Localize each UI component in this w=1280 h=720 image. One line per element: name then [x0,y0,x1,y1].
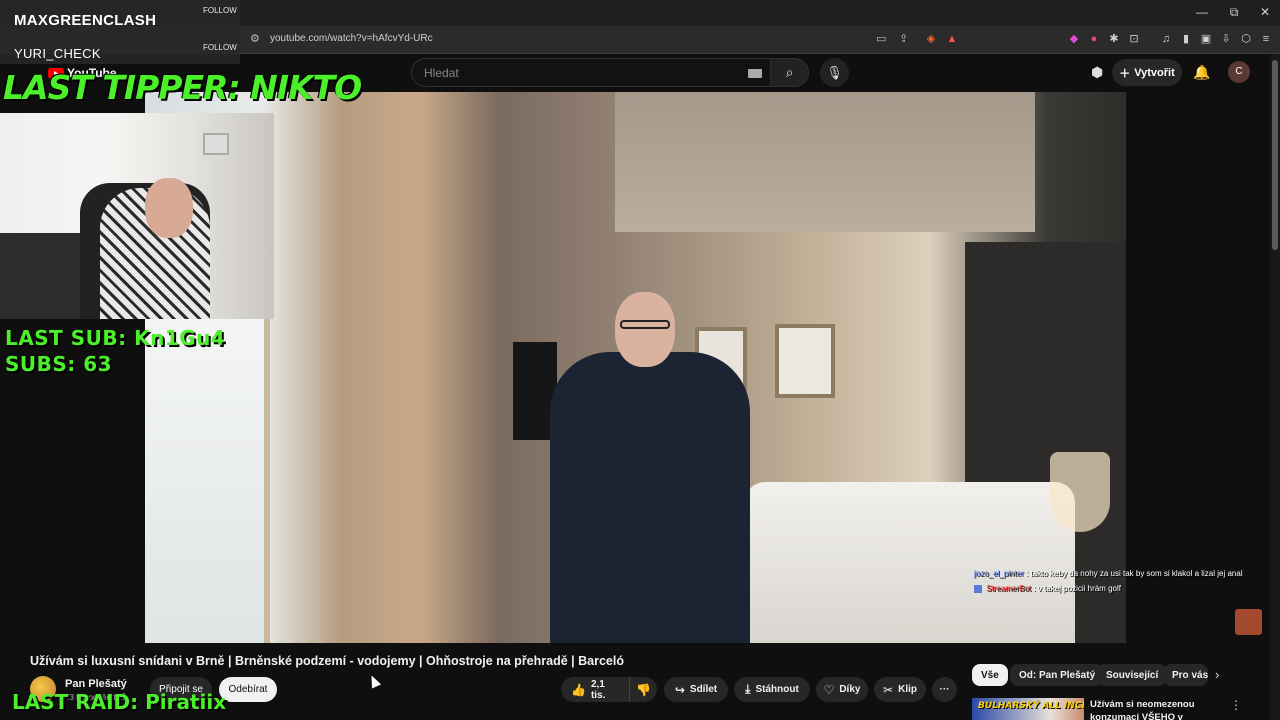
channel-name[interactable]: Pan Plešatý [65,678,127,690]
chip-for-you[interactable]: Pro vás [1163,664,1208,686]
webcam-wall-frame [203,133,229,155]
search-placeholder: Hledat [424,66,459,80]
more-dots-icon: ··· [939,684,950,695]
minimize-button[interactable]: — [1192,5,1212,19]
more-actions-button[interactable]: ··· [932,677,957,702]
follower-name-2: YURI_CHECK [14,46,101,61]
webcam-sofa [0,233,90,319]
webcam-person-head [145,178,193,238]
wallet-icon[interactable]: ▣ [1200,33,1212,45]
thumbs-down-icon: 👎 [636,682,651,697]
like-button[interactable]: 👍 2,1 tis. [561,677,629,702]
extension-icon-1[interactable]: ◆ [1068,33,1080,45]
voice-search-button[interactable]: 🎙 [820,58,849,87]
site-info-icon[interactable]: ⚙ [250,32,260,45]
mic-icon: 🎙 [826,65,843,80]
last-tipper-label: LAST TIPPER: NIKTO [3,68,362,107]
video-person-body [550,352,750,643]
chip-from-channel[interactable]: Od: Pan Plešatý [1010,664,1105,686]
last-sub-label: LAST SUB: Kn1Gu4 [5,326,226,350]
plus-icon: ＋ [1119,67,1131,80]
subs-count-label: SUBS: 63 [5,352,113,376]
last-raid-label: LAST RAID: Piratiix [12,690,227,714]
chat-badge-icon [974,584,982,593]
video-ceiling [615,92,1035,232]
vpn-icon[interactable]: ⬡ [1240,33,1252,45]
download-arrow-icon: ⤓ [745,682,751,696]
recommendation-thumbnail[interactable]: BULHARSKÝ ALL INCLUSIVE [972,698,1084,720]
screenshot-icon[interactable]: ⊡ [1128,33,1140,45]
search-button[interactable]: ⌕ [771,58,809,87]
video-person-head [615,292,675,367]
clip-label: Klip [898,684,917,695]
bell-icon[interactable]: 🔔 [1193,64,1210,81]
streamer-webcam [0,113,274,319]
video-bed [745,482,1075,643]
download-label: Stáhnout [755,684,799,695]
url-field[interactable]: ⚙ youtube.com/watch?v=hAfcvYd-URc ▭ ⇪ [244,29,914,51]
follower-alerts: MAXGREENCLASH FOLLOW YURI_CHECK FOLLOW [0,0,240,64]
dislike-button[interactable]: 👎 [629,677,657,702]
video-person-glasses [620,320,670,329]
create-label: Vytvořit [1134,66,1175,79]
follow-tag-2: FOLLOW [203,43,237,52]
share-page-icon[interactable]: ⇪ [899,32,908,45]
follow-tag-1: FOLLOW [203,6,237,15]
scissors-icon: ✂ [883,682,894,697]
video-title: Užívám si luxusní snídani v Brně | Brněn… [30,654,624,668]
thumbs-up-icon: 👍 [571,682,586,697]
chat-username: StreamerBot [986,584,1032,593]
kebab-menu-icon[interactable]: ⋮ [1230,698,1242,712]
chat-text: : v takej pozicii hrám golf [1033,584,1121,593]
extension-icon-2[interactable]: ● [1088,33,1100,45]
thanks-label: Díky [839,684,861,695]
rewards-icon[interactable]: ▲ [946,33,958,45]
share-button[interactable]: ↪ Sdílet [664,677,728,702]
mouse-cursor [366,673,382,689]
cast-icon[interactable]: ▭ [876,32,886,45]
brave-shield-icon[interactable]: ◈ [925,33,937,45]
video-lamp [1050,452,1110,532]
share-label: Sdílet [689,684,718,695]
chip-related[interactable]: Související [1097,664,1168,686]
video-window [145,312,270,643]
menu-icon[interactable]: ≡ [1260,33,1272,45]
chat-message: StreamerBot : v takej pozicii hrám golf [974,584,1121,593]
thanks-button[interactable]: ♡ Díky [816,677,868,702]
share-icon: ↪ [674,682,685,697]
create-button[interactable]: ＋ Vytvořit [1112,59,1182,86]
music-icon[interactable]: ♫ [1160,33,1172,45]
video-picture-2 [775,324,835,398]
page-scrollbar[interactable] [1270,54,1280,720]
like-count: 2,1 tis. [590,678,606,701]
download-button[interactable]: ⤓ Stáhnout [734,677,810,702]
heart-dollar-icon: ♡ [823,682,835,697]
scrollbar-thumb[interactable] [1272,60,1278,250]
url-text[interactable]: youtube.com/watch?v=hAfcvYd-URc [270,33,433,44]
chat-text: : takto keby da nohy za usi tak by som s… [1026,569,1243,578]
chat-username: jozo_el_pinter [974,569,1024,578]
sidebar-icon[interactable]: ▮ [1180,33,1192,45]
account-avatar[interactable]: C [1228,61,1250,83]
close-window-button[interactable]: ✕ [1255,5,1275,19]
clip-button[interactable]: ✂ Klip [874,677,926,702]
search-input[interactable]: Hledat [411,58,771,87]
subscribe-button[interactable]: Odebírat [219,677,277,702]
chat-message: jozo_el_pinter : takto keby da nohy za u… [974,569,1243,578]
chip-all[interactable]: Vše [972,664,1008,686]
puzzle-icon[interactable]: ✱ [1108,33,1120,45]
follower-name-1: MAXGREENCLASH [14,12,157,29]
cast-button-icon[interactable]: ⬢ [1091,64,1103,81]
corner-avatar [1235,609,1262,635]
recommendation-thumb-text: BULHARSKÝ ALL INCLUSIVE [978,701,1084,711]
maximize-button[interactable]: ⧉ [1224,5,1244,20]
chevron-right-icon[interactable]: › [1215,667,1219,682]
recommendation-title[interactable]: Užívám si neomezenou konzumaci VŠEHO v [1090,698,1220,720]
search-icon: ⌕ [785,64,794,80]
video-player[interactable] [145,92,1126,643]
keyboard-icon[interactable] [748,69,762,78]
download-icon[interactable]: ⇩ [1220,33,1232,45]
